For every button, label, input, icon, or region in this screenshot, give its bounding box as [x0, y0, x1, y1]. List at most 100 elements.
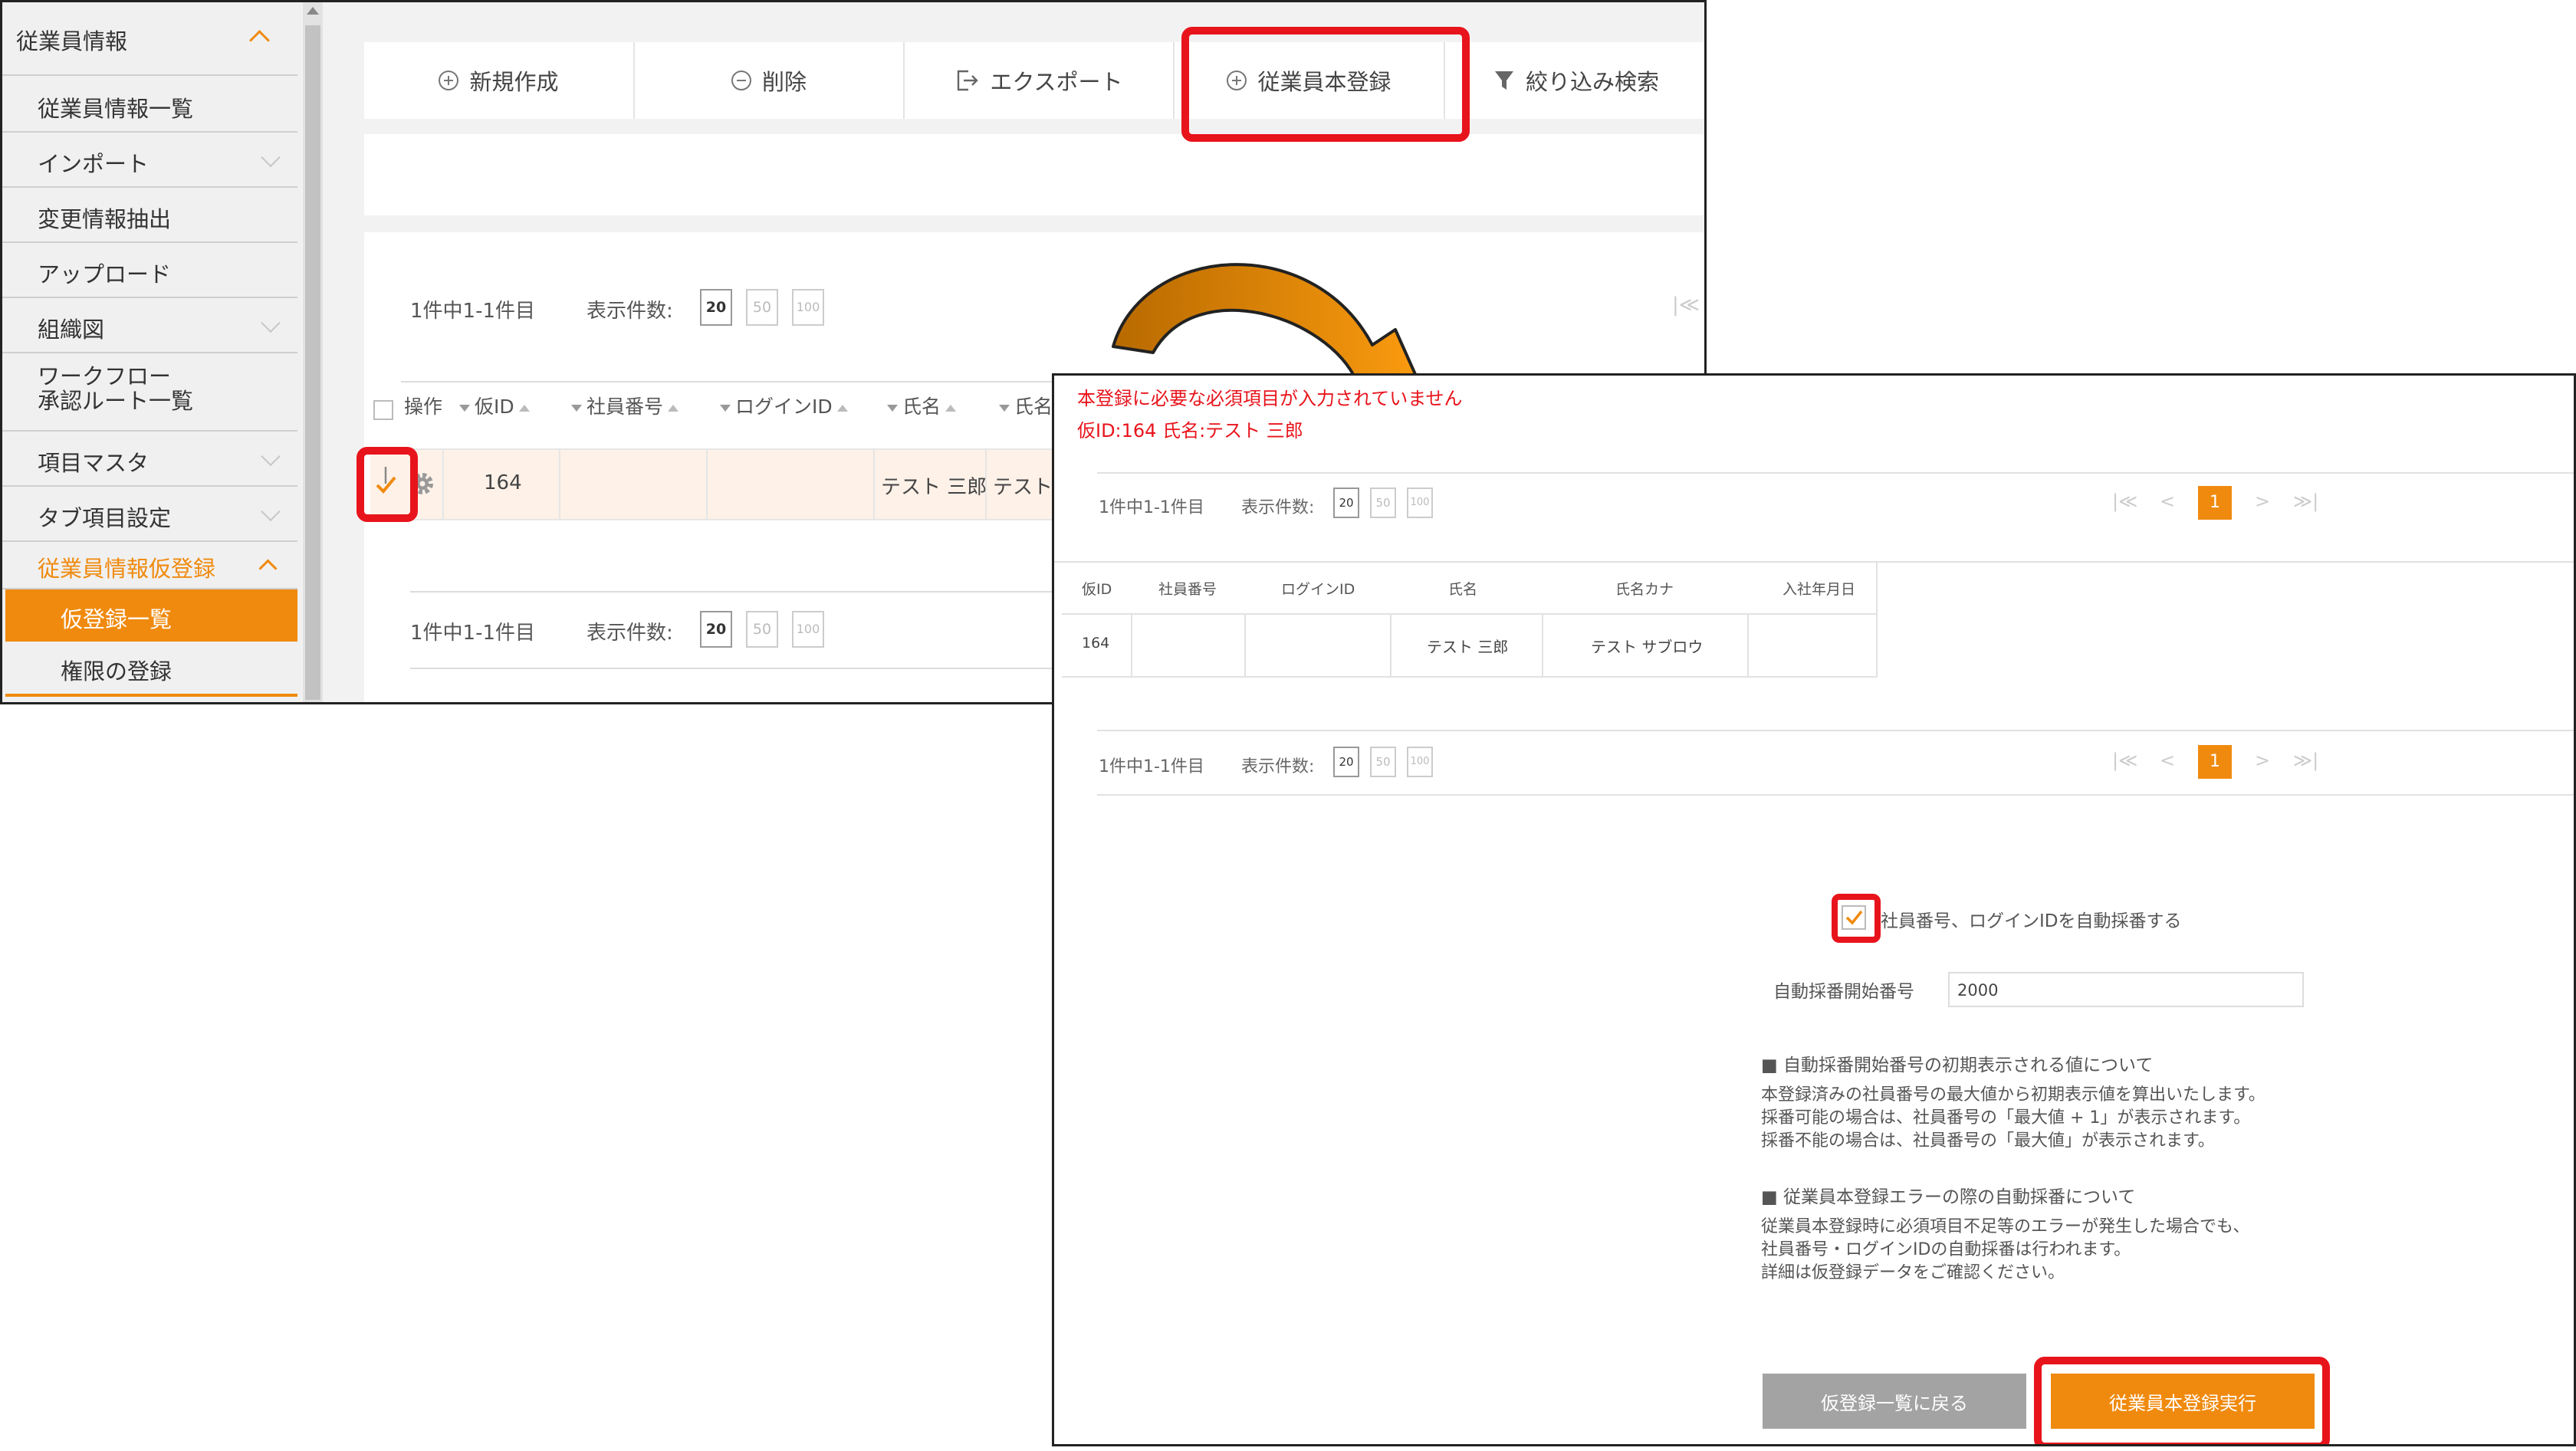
current-page[interactable]: 1: [2198, 486, 2232, 520]
header-name: 氏名: [1448, 581, 1478, 598]
cell-divider: [706, 448, 708, 520]
filter-search-button-label: 絞り込み検索: [1525, 69, 1659, 95]
page-size-label-bottom: 表示件数:: [1241, 757, 1315, 776]
auto-number-start-input[interactable]: 2000: [1948, 972, 2304, 1007]
page-size-label: 表示件数:: [1241, 498, 1315, 517]
last-page-icon[interactable]: ≫|: [2293, 750, 2318, 771]
cell-temp-id: 164: [1082, 635, 1110, 652]
first-page-icon[interactable]: |≪: [2112, 750, 2137, 771]
header-employee-no[interactable]: 社員番号: [571, 392, 679, 419]
prev-page-icon[interactable]: <: [2160, 491, 2175, 512]
sidebar-item-field-master[interactable]: 項目マスタ: [2, 433, 297, 487]
chevron-down-icon: [261, 501, 281, 522]
chevron-down-icon: [261, 147, 281, 168]
page-size-50[interactable]: 50: [1370, 487, 1396, 518]
pager-count: 1件中1-1件目: [1099, 498, 1204, 517]
page-size-50-bottom[interactable]: 50: [746, 611, 778, 648]
sidebar-header-label: 従業員情報: [16, 28, 128, 54]
export-button[interactable]: エクスポート: [905, 42, 1175, 119]
sidebar-item-label: 項目マスタ: [38, 450, 150, 476]
page-size-20[interactable]: 20: [1333, 487, 1359, 518]
next-page-icon[interactable]: >: [2255, 750, 2270, 771]
chevron-down-icon: [261, 446, 281, 467]
sidebar-scrollbar-thumb[interactable]: [305, 25, 320, 700]
cell-divider: [1131, 613, 1132, 678]
cell-divider: [559, 448, 560, 520]
note1-title: ■ 自動採番開始番号の初期表示される値について: [1761, 1055, 2154, 1075]
header-name-kana[interactable]: 氏名: [999, 392, 1053, 419]
page-size-100[interactable]: 100: [792, 289, 824, 326]
scroll-up-arrow-icon[interactable]: [307, 7, 319, 15]
table-header-divider: [1062, 613, 1878, 615]
header-label: 仮ID: [475, 396, 514, 418]
page-size-50-bottom[interactable]: 50: [1370, 747, 1396, 777]
filter-icon: [1494, 71, 1513, 90]
cell-divider: [1390, 613, 1392, 678]
page-size-20[interactable]: 20: [700, 289, 732, 326]
delete-button[interactable]: 削除: [635, 42, 905, 119]
plus-circle-icon: [439, 71, 459, 90]
last-page-icon[interactable]: ≫|: [2293, 491, 2318, 512]
export-button-label: エクスポート: [990, 69, 1123, 95]
page-size-100[interactable]: 100: [1407, 487, 1433, 518]
cell-divider: [1244, 613, 1246, 678]
cell-divider: [1542, 613, 1543, 678]
header-name[interactable]: 氏名: [887, 392, 957, 419]
current-page-bottom[interactable]: 1: [2198, 745, 2232, 779]
sidebar-subitem-provisional-list[interactable]: 仮登録一覧: [5, 589, 297, 642]
sidebar-item-employee-list[interactable]: 従業員情報一覧: [2, 79, 297, 133]
cell-name-kana: テスト: [993, 476, 1053, 499]
page-size-20-bottom[interactable]: 20: [700, 611, 732, 648]
header-hire-date: 入社年月日: [1783, 581, 1856, 598]
sidebar-item-label: 変更情報抽出: [38, 206, 172, 232]
filter-search-button[interactable]: 絞り込み検索: [1445, 42, 1704, 119]
search-area: [364, 134, 1704, 215]
page-size-label-bottom: 表示件数:: [586, 622, 673, 645]
sidebar-item-provisional-registration[interactable]: 従業員情報仮登録: [2, 543, 297, 589]
sidebar-subitem-permission-registration[interactable]: 権限の登録: [5, 643, 297, 697]
note1-body: 本登録済みの社員番号の最大値から初期表示値を算出いたします。 採番可能の場合は、…: [1761, 1085, 2266, 1151]
header-temp-id: 仮ID: [1082, 581, 1112, 598]
sidebar-item-label: ワークフロー 承認ルート一覧: [38, 363, 194, 414]
next-page-icon[interactable]: >: [2255, 491, 2270, 512]
sort-asc-icon: [668, 404, 679, 412]
note2-body: 従業員本登録時に必須項目不足等のエラーが発生した場合でも、 社員番号・ログインI…: [1761, 1217, 2250, 1282]
sidebar-subitem-label: 権限の登録: [61, 658, 172, 684]
sidebar-item-change-extract[interactable]: 変更情報抽出: [2, 189, 297, 243]
first-page-icon[interactable]: |≪: [1672, 294, 1700, 317]
chevron-up-icon: [258, 559, 278, 578]
page-size-20-bottom[interactable]: 20: [1333, 747, 1359, 777]
sidebar-item-workflow-routes[interactable]: ワークフロー 承認ルート一覧: [2, 355, 297, 432]
sidebar-item-label: 組織図: [38, 317, 105, 343]
register-dialog: 本登録に必要な必須項目が入力されていません 仮ID:164 氏名:テスト 三郎 …: [1052, 373, 2576, 1446]
cell-temp-id: 164: [484, 471, 522, 494]
sidebar-item-upload[interactable]: アップロード: [2, 245, 297, 298]
page-size-50[interactable]: 50: [746, 289, 778, 326]
auto-number-start-value: 2000: [1957, 981, 1999, 1000]
page-size-100-bottom[interactable]: 100: [1407, 747, 1433, 777]
cell-divider: [442, 448, 444, 520]
cell-divider: [873, 448, 875, 520]
sidebar-item-import[interactable]: インポート: [2, 134, 297, 188]
select-all-checkbox[interactable]: [373, 400, 393, 420]
cell-name: テスト 三郎: [881, 476, 987, 499]
divider: [1097, 794, 2574, 796]
sort-desc-icon: [999, 404, 1010, 412]
pager-count-bottom: 1件中1-1件目: [1099, 757, 1204, 776]
sidebar-header[interactable]: 従業員情報: [2, 2, 297, 76]
page-size-100-bottom[interactable]: 100: [792, 611, 824, 648]
auto-number-checkbox-label: 社員番号、ログインIDを自動採番する: [1881, 911, 2182, 931]
header-login-id[interactable]: ログインID: [720, 392, 848, 419]
cell-divider: [1747, 613, 1749, 678]
prev-page-icon[interactable]: <: [2160, 750, 2175, 771]
header-temp-id[interactable]: 仮ID: [459, 392, 530, 419]
divider: [1097, 472, 2574, 474]
sidebar-item-label: インポート: [38, 151, 150, 177]
first-page-icon[interactable]: |≪: [2112, 491, 2137, 512]
sidebar-item-org-chart[interactable]: 組織図: [2, 300, 297, 353]
header-login-id: ログインID: [1281, 581, 1355, 598]
sidebar-item-tab-settings[interactable]: タブ項目設定: [2, 488, 297, 542]
sort-desc-icon: [571, 404, 582, 412]
back-to-list-button[interactable]: 仮登録一覧に戻る: [1763, 1374, 2026, 1429]
new-button[interactable]: 新規作成: [364, 42, 635, 119]
